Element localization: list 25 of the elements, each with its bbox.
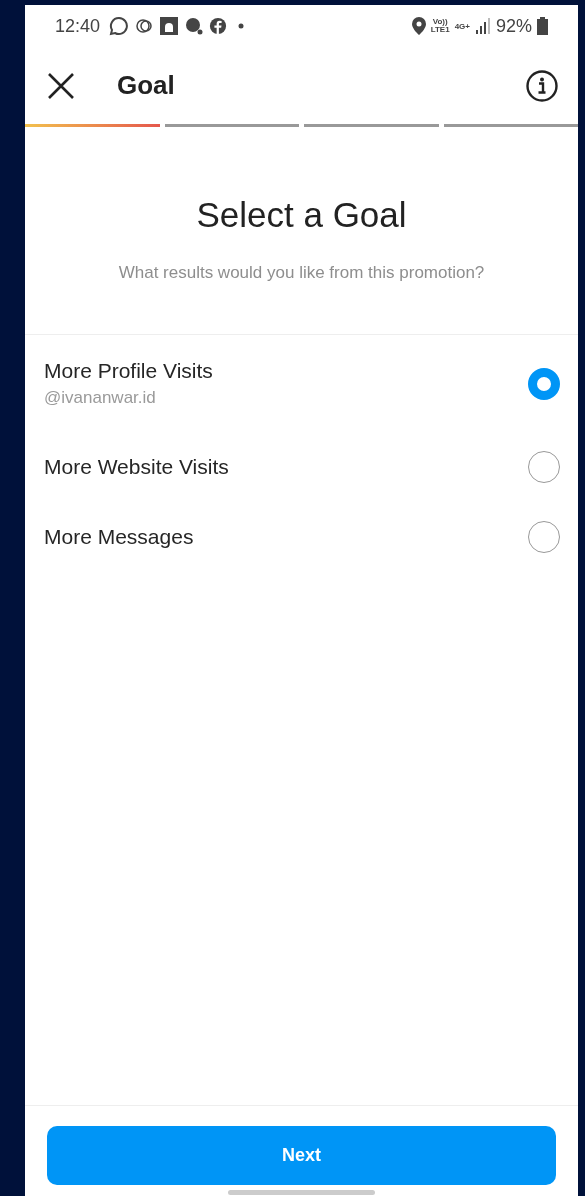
- radio-button[interactable]: [528, 367, 560, 400]
- chat-bubble-icon: [109, 16, 130, 36]
- screen-title: Goal: [117, 70, 175, 101]
- radio-button[interactable]: [528, 521, 560, 553]
- option-label: More Messages: [44, 525, 195, 549]
- option-label: More Profile Visits: [44, 359, 214, 383]
- status-time: 12:40: [55, 15, 101, 37]
- volte-label: Vo)): [432, 18, 448, 26]
- page-heading: Select a Goal: [195, 195, 408, 235]
- facebook-icon: [209, 17, 228, 35]
- close-icon[interactable]: [47, 71, 75, 100]
- signal-icon: [474, 18, 491, 34]
- dot-icon: [238, 23, 245, 29]
- option-detail: @ivananwar.id: [44, 388, 157, 408]
- radio-button[interactable]: [528, 451, 560, 483]
- location-icon: [411, 17, 426, 35]
- battery-icon: [537, 17, 548, 35]
- circles-icon: [134, 16, 155, 36]
- lte-label: LTE1: [430, 26, 450, 34]
- page-subtitle: What results would you like from this promotion?: [117, 263, 486, 283]
- battery-percent: 92%: [495, 15, 532, 37]
- info-icon[interactable]: [526, 69, 558, 102]
- network-label: 4G+: [454, 21, 470, 31]
- next-button[interactable]: Next: [47, 1126, 556, 1185]
- option-label: More Website Visits: [44, 455, 230, 479]
